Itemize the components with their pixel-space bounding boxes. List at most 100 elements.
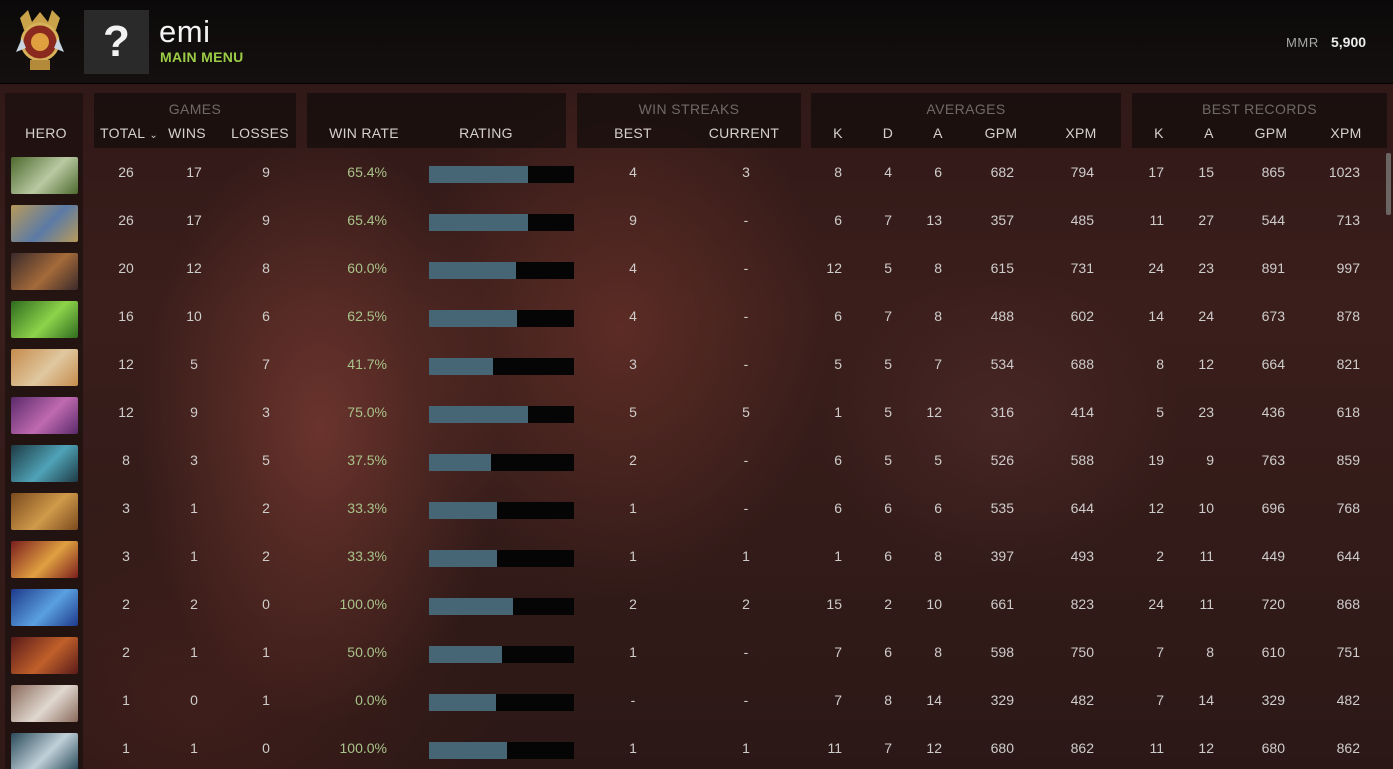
- column-header-wins[interactable]: WINS: [162, 125, 212, 141]
- hero-portrait-icon[interactable]: [11, 349, 78, 386]
- cell-xpm: 414: [1070, 404, 1094, 420]
- table-row[interactable]: 3 1 2 33.3% 1 1 1 6 8 397 493 2 11 449 644: [0, 537, 1393, 585]
- cell-d: 6: [884, 644, 892, 660]
- table-row[interactable]: 12 9 3 75.0% 5 5 1 5 12 316 414 5 23 436 618: [0, 393, 1393, 441]
- column-header-streak-current[interactable]: CURRENT: [704, 125, 784, 141]
- cell-win-rate: 41.7%: [347, 356, 387, 372]
- cell-total: 8: [122, 452, 130, 468]
- hero-portrait-icon[interactable]: [11, 589, 78, 626]
- rating-bar-fill: [429, 310, 518, 327]
- table-row[interactable]: 20 12 8 60.0% 4 - 12 5 8 615 731 24 23 891 997: [0, 249, 1393, 297]
- hero-portrait-icon[interactable]: [11, 493, 78, 530]
- cell-win-rate: 65.4%: [347, 164, 387, 180]
- column-header-best-xpm[interactable]: XPM: [1326, 125, 1366, 141]
- column-header-avg-gpm[interactable]: GPM: [981, 125, 1021, 141]
- cell-total: 1: [122, 692, 130, 708]
- cell-losses: 1: [262, 644, 270, 660]
- table-row[interactable]: 12 5 7 41.7% 3 - 5 5 7 534 688 8 12 664 821: [0, 345, 1393, 393]
- cell-a: 6: [934, 500, 942, 516]
- column-header-avg-xpm[interactable]: XPM: [1061, 125, 1101, 141]
- hero-portrait-icon[interactable]: [11, 685, 78, 722]
- cell-d: 2: [884, 596, 892, 612]
- column-header-best-gpm[interactable]: GPM: [1251, 125, 1291, 141]
- cell-losses: 7: [262, 356, 270, 372]
- cell-best-k: 11: [1149, 212, 1164, 228]
- hero-portrait-icon[interactable]: [11, 205, 78, 242]
- cell-gpm: 535: [990, 500, 1014, 516]
- cell-losses: 2: [262, 500, 270, 516]
- table-row[interactable]: 1 1 0 100.0% 1 1 11 7 12 680 862 11 12 680 862: [0, 729, 1393, 769]
- hero-portrait-icon[interactable]: [11, 637, 78, 674]
- cell-xpm: 482: [1070, 692, 1094, 708]
- table-row[interactable]: 2 2 0 100.0% 2 2 15 2 10 661 823 24 11 720 868: [0, 585, 1393, 633]
- cell-best-xpm: 997: [1336, 260, 1360, 276]
- cell-win-rate: 33.3%: [347, 500, 387, 516]
- cell-streak-current: -: [743, 644, 749, 660]
- rating-bar-fill: [429, 502, 498, 519]
- cell-gpm: 316: [990, 404, 1014, 420]
- cell-losses: 8: [262, 260, 270, 276]
- column-header-losses[interactable]: LOSSES: [229, 125, 291, 141]
- cell-best-xpm: 868: [1336, 596, 1360, 612]
- hero-portrait-icon[interactable]: [11, 397, 78, 434]
- cell-a: 13: [926, 212, 942, 228]
- main-menu-link[interactable]: MAIN MENU: [160, 49, 244, 65]
- cell-streak-current: 3: [742, 164, 750, 180]
- rating-bar: [429, 550, 574, 567]
- cell-gpm: 682: [990, 164, 1014, 180]
- hero-portrait-icon[interactable]: [11, 541, 78, 578]
- column-header-avg-a[interactable]: A: [926, 125, 950, 141]
- cell-best-k: 14: [1148, 308, 1164, 324]
- cell-a: 8: [934, 260, 942, 276]
- cell-win-rate: 0.0%: [355, 692, 387, 708]
- rating-bar: [429, 358, 574, 375]
- cell-streak-current: 1: [742, 548, 750, 564]
- avatar[interactable]: ?: [84, 10, 149, 74]
- column-header-rating[interactable]: RATING: [446, 125, 526, 141]
- hero-portrait-icon[interactable]: [11, 253, 78, 290]
- cell-best-k: 24: [1148, 260, 1164, 276]
- hero-portrait-icon[interactable]: [11, 733, 78, 769]
- cell-total: 1: [122, 740, 130, 756]
- table-row[interactable]: 16 10 6 62.5% 4 - 6 7 8 488 602 14 24 673 878: [0, 297, 1393, 345]
- cell-best-a: 23: [1198, 260, 1214, 276]
- hero-portrait-icon[interactable]: [11, 301, 78, 338]
- cell-best-a: 24: [1198, 308, 1214, 324]
- hero-portrait-icon[interactable]: [11, 445, 78, 482]
- column-header-avg-k[interactable]: K: [826, 125, 850, 141]
- mmr-value: 5,900: [1331, 34, 1367, 50]
- column-header-total[interactable]: TOTAL ⌄: [96, 125, 162, 141]
- table-row[interactable]: 8 3 5 37.5% 2 - 6 5 5 526 588 19 9 763 859: [0, 441, 1393, 489]
- column-header-best-a[interactable]: A: [1197, 125, 1221, 141]
- cell-k: 12: [826, 260, 842, 276]
- table-row[interactable]: 2 1 1 50.0% 1 - 7 6 8 598 750 7 8 610 751: [0, 633, 1393, 681]
- table-row[interactable]: 26 17 9 65.4% 9-6 7 13 357 485 11 27 544 713: [0, 201, 1393, 249]
- hero-portrait-icon[interactable]: [11, 157, 78, 194]
- column-header-avg-d[interactable]: D: [876, 125, 900, 141]
- rating-bar: [429, 262, 574, 279]
- column-header-best-k[interactable]: K: [1147, 125, 1171, 141]
- column-header-streak-best[interactable]: BEST: [603, 125, 663, 141]
- cell-best-gpm: 664: [1261, 356, 1285, 372]
- cell-d: 5: [884, 452, 892, 468]
- cell-wins: 1: [190, 548, 198, 564]
- cell-streak-best: 4: [629, 308, 637, 324]
- rating-bar-fill: [429, 454, 492, 471]
- cell-best-xpm: 768: [1336, 500, 1360, 516]
- cell-best-k: 5: [1156, 404, 1164, 420]
- table-scrollbar[interactable]: [1386, 153, 1391, 215]
- table-row[interactable]: 26 17 9 65.4% 4 3 8 4 6 682 794 17 15 865 1023: [0, 153, 1393, 201]
- table-row[interactable]: 1 0 1 0.0% - - 7 8 14 329 482 7 14 329 482: [0, 681, 1393, 729]
- rating-bar-fill: [429, 550, 498, 567]
- cell-total: 2: [122, 596, 130, 612]
- cell-xpm: 644: [1070, 500, 1094, 516]
- table-row[interactable]: 3 1 2 33.3% 1-6 6 6 535 644 12 10 696 768: [0, 489, 1393, 537]
- rating-bar-fill: [429, 166, 528, 183]
- cell-streak-current: -: [743, 452, 749, 468]
- column-header-win-rate[interactable]: WIN RATE: [323, 125, 405, 141]
- column-header-hero[interactable]: HERO: [16, 125, 76, 141]
- cell-streak-best: 1: [629, 548, 637, 564]
- rating-bar-fill: [429, 598, 514, 615]
- cell-gpm: 534: [990, 356, 1014, 372]
- cell-best-k: 8: [1156, 356, 1164, 372]
